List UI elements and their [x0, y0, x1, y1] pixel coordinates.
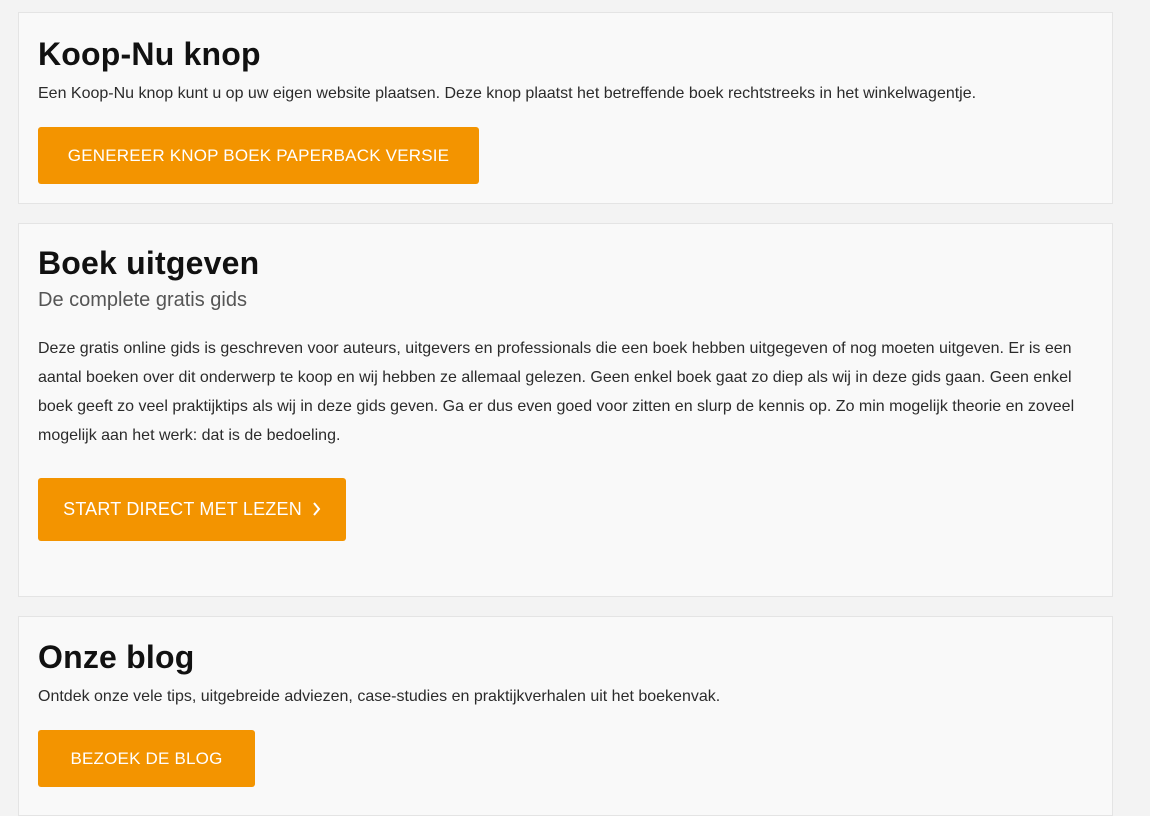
publish-guide-section: Boek uitgeven De complete gratis gids De… — [18, 223, 1113, 597]
blog-title: Onze blog — [38, 639, 195, 675]
start-reading-button[interactable]: START DIRECT MET LEZEN — [38, 478, 346, 541]
generate-button-paperback[interactable]: GENEREER KNOP BOEK PAPERBACK VERSIE — [38, 127, 479, 184]
visit-blog-label: BEZOEK DE BLOG — [70, 748, 223, 768]
buy-button-title: Koop-Nu knop — [38, 36, 261, 72]
generate-button-label: GENEREER KNOP BOEK PAPERBACK VERSIE — [67, 145, 450, 165]
publish-guide-subtitle: De complete gratis gids — [38, 289, 247, 311]
buy-button-description: Een Koop-Nu knop kunt u op uw eigen webs… — [38, 85, 977, 102]
blog-section: Onze blog Ontdek onze vele tips, uitgebr… — [18, 616, 1113, 816]
publish-guide-paragraph: Deze gratis online gids is geschreven vo… — [38, 340, 1075, 444]
blog-description: Ontdek onze vele tips, uitgebreide advie… — [38, 688, 721, 705]
buy-button-section: Koop-Nu knop Een Koop-Nu knop kunt u op … — [18, 12, 1113, 204]
publish-guide-title: Boek uitgeven — [38, 245, 260, 281]
visit-blog-button[interactable]: BEZOEK DE BLOG — [38, 730, 255, 787]
chevron-right-icon — [312, 501, 321, 519]
start-reading-label: START DIRECT MET LEZEN — [63, 499, 302, 519]
